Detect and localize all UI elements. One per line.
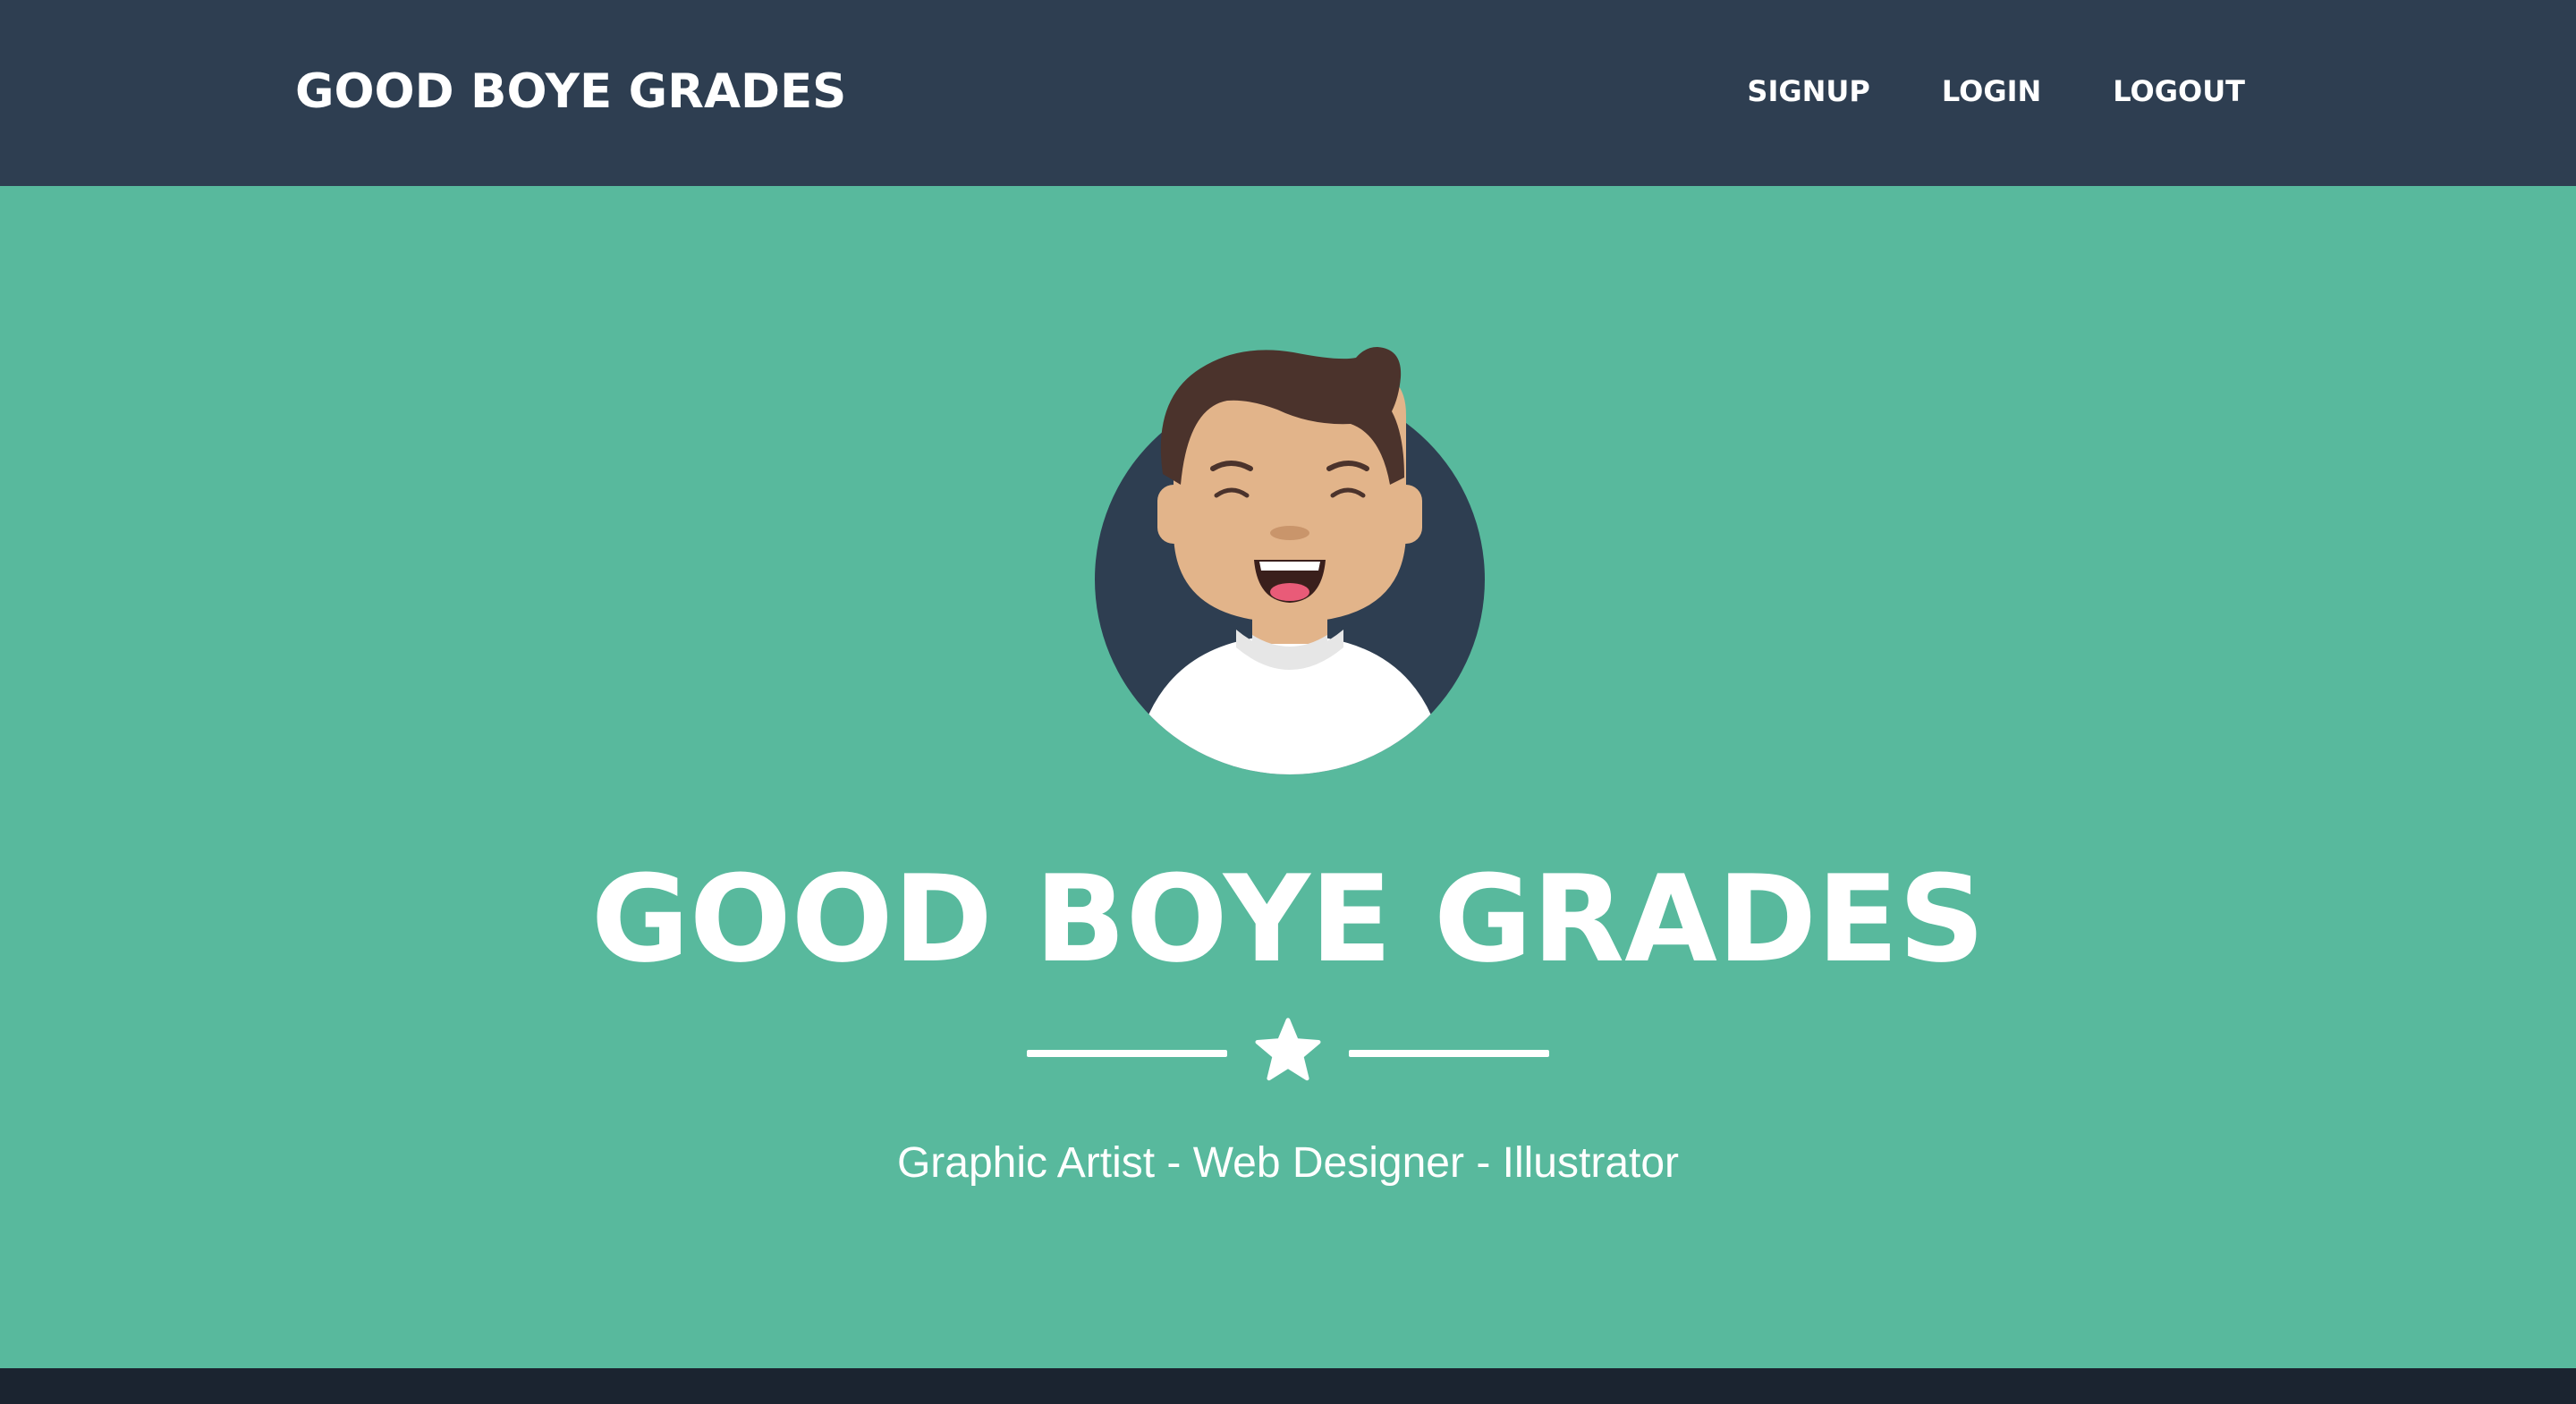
divider-line-right [1349, 1050, 1549, 1057]
logout-link[interactable]: LOGOUT [2113, 72, 2245, 111]
top-navbar: GOOD BOYE GRADES SIGNUP LOGIN LOGOUT [0, 0, 2576, 186]
footer-strip [0, 1368, 2576, 1404]
avatar-icon [1070, 334, 1510, 774]
nav-links: SIGNUP LOGIN LOGOUT [1675, 72, 2245, 111]
star-icon [1254, 1016, 1322, 1084]
login-link[interactable]: LOGIN [1942, 72, 2041, 111]
signup-link[interactable]: SIGNUP [1747, 72, 1869, 111]
hero-title: GOOD BOYE GRADES [590, 850, 1986, 989]
brand-link[interactable]: GOOD BOYE GRADES [295, 64, 846, 120]
hero-subtitle: Graphic Artist - Web Designer - Illustra… [896, 1139, 1680, 1187]
divider-line-left [1027, 1050, 1227, 1057]
star-divider [1027, 1012, 1549, 1095]
hero-section: GOOD BOYE GRADES Graphic Artist - Web De… [0, 186, 2576, 1368]
